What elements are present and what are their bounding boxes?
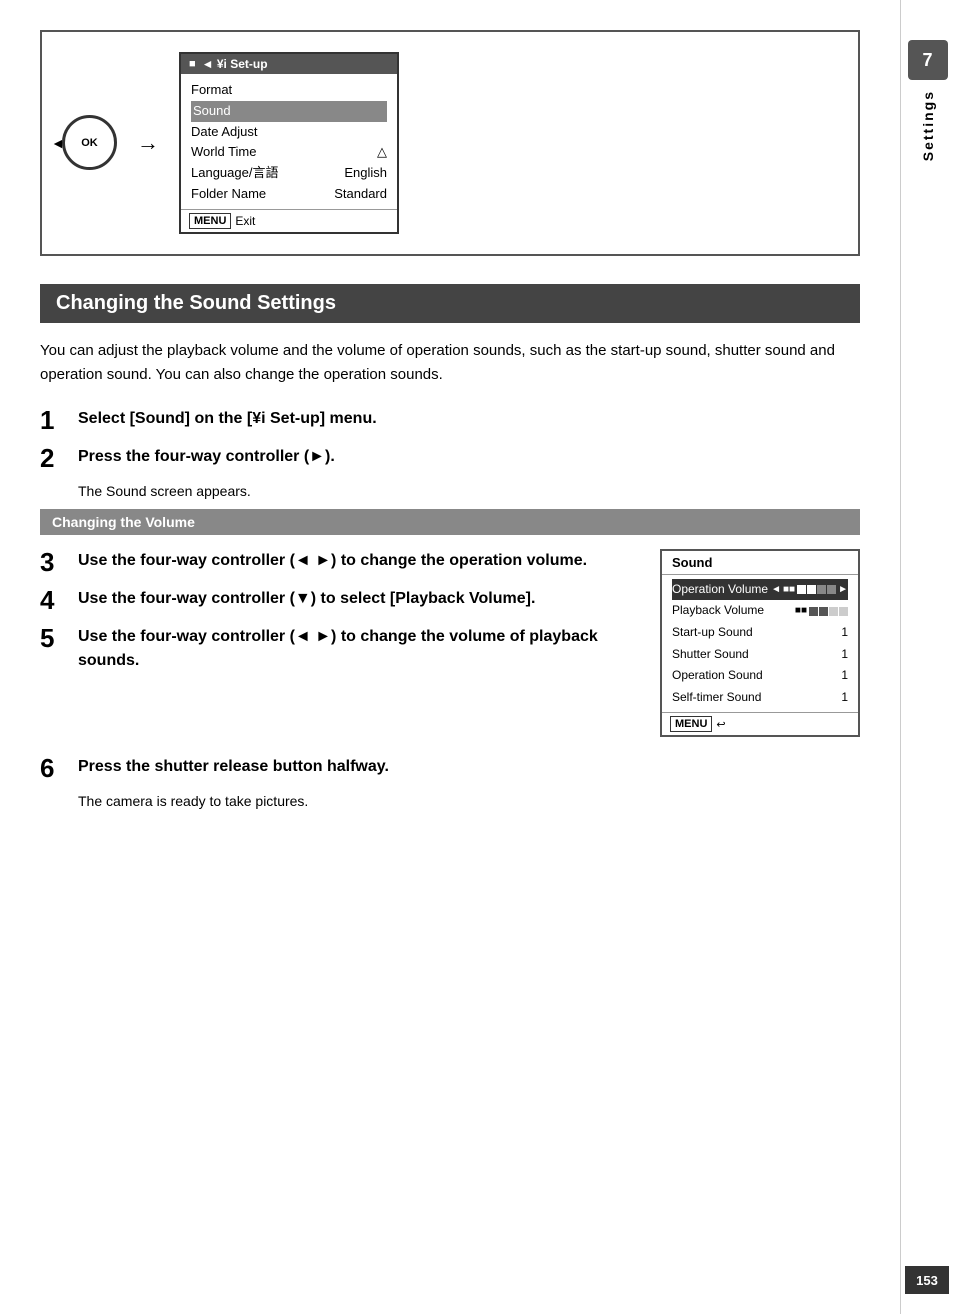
startup-value: 1 bbox=[841, 622, 848, 644]
op-vol-arrow-left: ◄ bbox=[771, 581, 781, 599]
sound-footer-arrow: ↩ bbox=[716, 718, 725, 731]
menu-item-date-label: Date Adjust bbox=[191, 122, 258, 143]
step-5-number: 5 bbox=[40, 625, 64, 651]
sound-row-operation-volume: Operation Volume ◄ ■■ ► bbox=[672, 579, 848, 601]
menu-mockup: ■ ◄ ¥i Set-up Format Sound Date Adjust W… bbox=[179, 52, 399, 234]
menu-camera-icon: ■ bbox=[189, 58, 196, 70]
page-wrapper: OK → ■ ◄ ¥i Set-up Format Sound Date Adj… bbox=[0, 0, 954, 1314]
menu-body: Format Sound Date Adjust World Time △ La… bbox=[181, 74, 397, 209]
section-heading-text: Changing the Sound Settings bbox=[56, 292, 336, 314]
menu-header-text: ◄ ¥i Set-up bbox=[202, 57, 268, 71]
pb-vol-bar bbox=[809, 607, 848, 616]
sub-section-heading: Changing the Volume bbox=[40, 509, 860, 535]
sound-row-shutter: Shutter Sound 1 bbox=[672, 644, 848, 666]
sound-row-startup: Start-up Sound 1 bbox=[672, 622, 848, 644]
step-2-sub: The Sound screen appears. bbox=[40, 483, 860, 499]
step-6-number: 6 bbox=[40, 755, 64, 781]
ok-button-icon: OK bbox=[62, 115, 117, 170]
menu-item-format-label: Format bbox=[191, 80, 232, 101]
step-6-sub: The camera is ready to take pictures. bbox=[40, 793, 860, 809]
sound-panel-header: Sound bbox=[662, 551, 858, 575]
step-3-text: Use the four-way controller (◄ ►) to cha… bbox=[78, 549, 587, 573]
menu-item-world-time-icon: △ bbox=[377, 142, 387, 163]
step-6: 6 Press the shutter release button halfw… bbox=[40, 755, 860, 781]
op-vol-icon: ■■ bbox=[783, 581, 795, 599]
menu-item-folder-value: Standard bbox=[334, 184, 387, 205]
menu-item-folder-label: Folder Name bbox=[191, 184, 266, 205]
menu-item-format: Format bbox=[191, 80, 387, 101]
operation-label: Operation Sound bbox=[672, 665, 763, 687]
section-heading: Changing the Sound Settings bbox=[40, 284, 860, 323]
menu-item-world-time-label: World Time bbox=[191, 142, 257, 163]
selftimer-value: 1 bbox=[841, 687, 848, 709]
selftimer-label: Self-timer Sound bbox=[672, 687, 761, 709]
step-2: 2 Press the four-way controller (►). bbox=[40, 445, 860, 471]
menu-item-language-value: English bbox=[344, 163, 387, 184]
step-3: 3 Use the four-way controller (◄ ►) to c… bbox=[40, 549, 640, 575]
steps-with-panel: 3 Use the four-way controller (◄ ►) to c… bbox=[40, 549, 860, 738]
shutter-label: Shutter Sound bbox=[672, 644, 749, 666]
op-vol-label: Operation Volume bbox=[672, 579, 768, 601]
page-number: 153 bbox=[905, 1266, 949, 1294]
menu-item-folder: Folder Name Standard bbox=[191, 184, 387, 205]
sound-row-selftimer: Self-timer Sound 1 bbox=[672, 687, 848, 709]
menu-item-sound: Sound bbox=[191, 101, 387, 122]
illustration-box: OK → ■ ◄ ¥i Set-up Format Sound Date Adj… bbox=[40, 30, 860, 256]
op-vol-arrow-right: ► bbox=[838, 581, 848, 599]
step-2-number: 2 bbox=[40, 445, 64, 471]
menu-item-world-time: World Time △ bbox=[191, 142, 387, 163]
ok-label: OK bbox=[81, 137, 98, 149]
sub-section-heading-text: Changing the Volume bbox=[52, 514, 195, 530]
sound-row-operation: Operation Sound 1 bbox=[672, 665, 848, 687]
menu-exit-label: Exit bbox=[235, 214, 255, 228]
op-vol-value: ◄ ■■ ► bbox=[771, 581, 848, 599]
shutter-value: 1 bbox=[841, 644, 848, 666]
tab-label: Settings bbox=[920, 90, 936, 161]
pb-vol-label: Playback Volume bbox=[672, 600, 764, 622]
step-4: 4 Use the four-way controller (▼) to sel… bbox=[40, 587, 640, 613]
sound-row-playback-volume: Playback Volume ■■ bbox=[672, 600, 848, 622]
sound-panel-body: Operation Volume ◄ ■■ ► bbox=[662, 575, 858, 713]
main-content: OK → ■ ◄ ¥i Set-up Format Sound Date Adj… bbox=[0, 0, 900, 1314]
tab-number: 7 bbox=[908, 40, 948, 80]
operation-value: 1 bbox=[841, 665, 848, 687]
step-1: 1 Select [Sound] on the [¥i Set-up] menu… bbox=[40, 407, 860, 433]
step-3-number: 3 bbox=[40, 549, 64, 575]
step-4-text: Use the four-way controller (▼) to selec… bbox=[78, 587, 535, 611]
menu-item-sound-label: Sound bbox=[193, 101, 231, 122]
menu-footer: MENU Exit bbox=[181, 209, 397, 232]
op-vol-bar bbox=[797, 585, 836, 594]
menu-item-language: Language/言語 English bbox=[191, 163, 387, 184]
step-1-number: 1 bbox=[40, 407, 64, 433]
menu-header: ■ ◄ ¥i Set-up bbox=[181, 54, 397, 74]
step-5: 5 Use the four-way controller (◄ ►) to c… bbox=[40, 625, 640, 673]
step-5-text: Use the four-way controller (◄ ►) to cha… bbox=[78, 625, 640, 673]
step-4-number: 4 bbox=[40, 587, 64, 613]
step-2-text: Press the four-way controller (►). bbox=[78, 445, 335, 469]
step-1-text: Select [Sound] on the [¥i Set-up] menu. bbox=[78, 407, 377, 431]
menu-item-language-label: Language/言語 bbox=[191, 163, 278, 184]
intro-text: You can adjust the playback volume and t… bbox=[40, 339, 860, 387]
menu-btn: MENU bbox=[189, 213, 231, 229]
step-6-text: Press the shutter release button halfway… bbox=[78, 755, 389, 779]
sound-menu-btn: MENU bbox=[670, 716, 712, 732]
right-sidebar: 7 Settings 153 bbox=[900, 0, 954, 1314]
pb-vol-icon: ■■ bbox=[795, 602, 807, 620]
sound-panel: Sound Operation Volume ◄ ■■ bbox=[660, 549, 860, 738]
steps-left: 3 Use the four-way controller (◄ ►) to c… bbox=[40, 549, 640, 685]
pb-vol-value: ■■ bbox=[795, 602, 848, 620]
startup-label: Start-up Sound bbox=[672, 622, 753, 644]
menu-item-date: Date Adjust bbox=[191, 122, 387, 143]
sound-panel-footer: MENU ↩ bbox=[662, 712, 858, 735]
arrow-right-icon: → bbox=[137, 130, 159, 156]
